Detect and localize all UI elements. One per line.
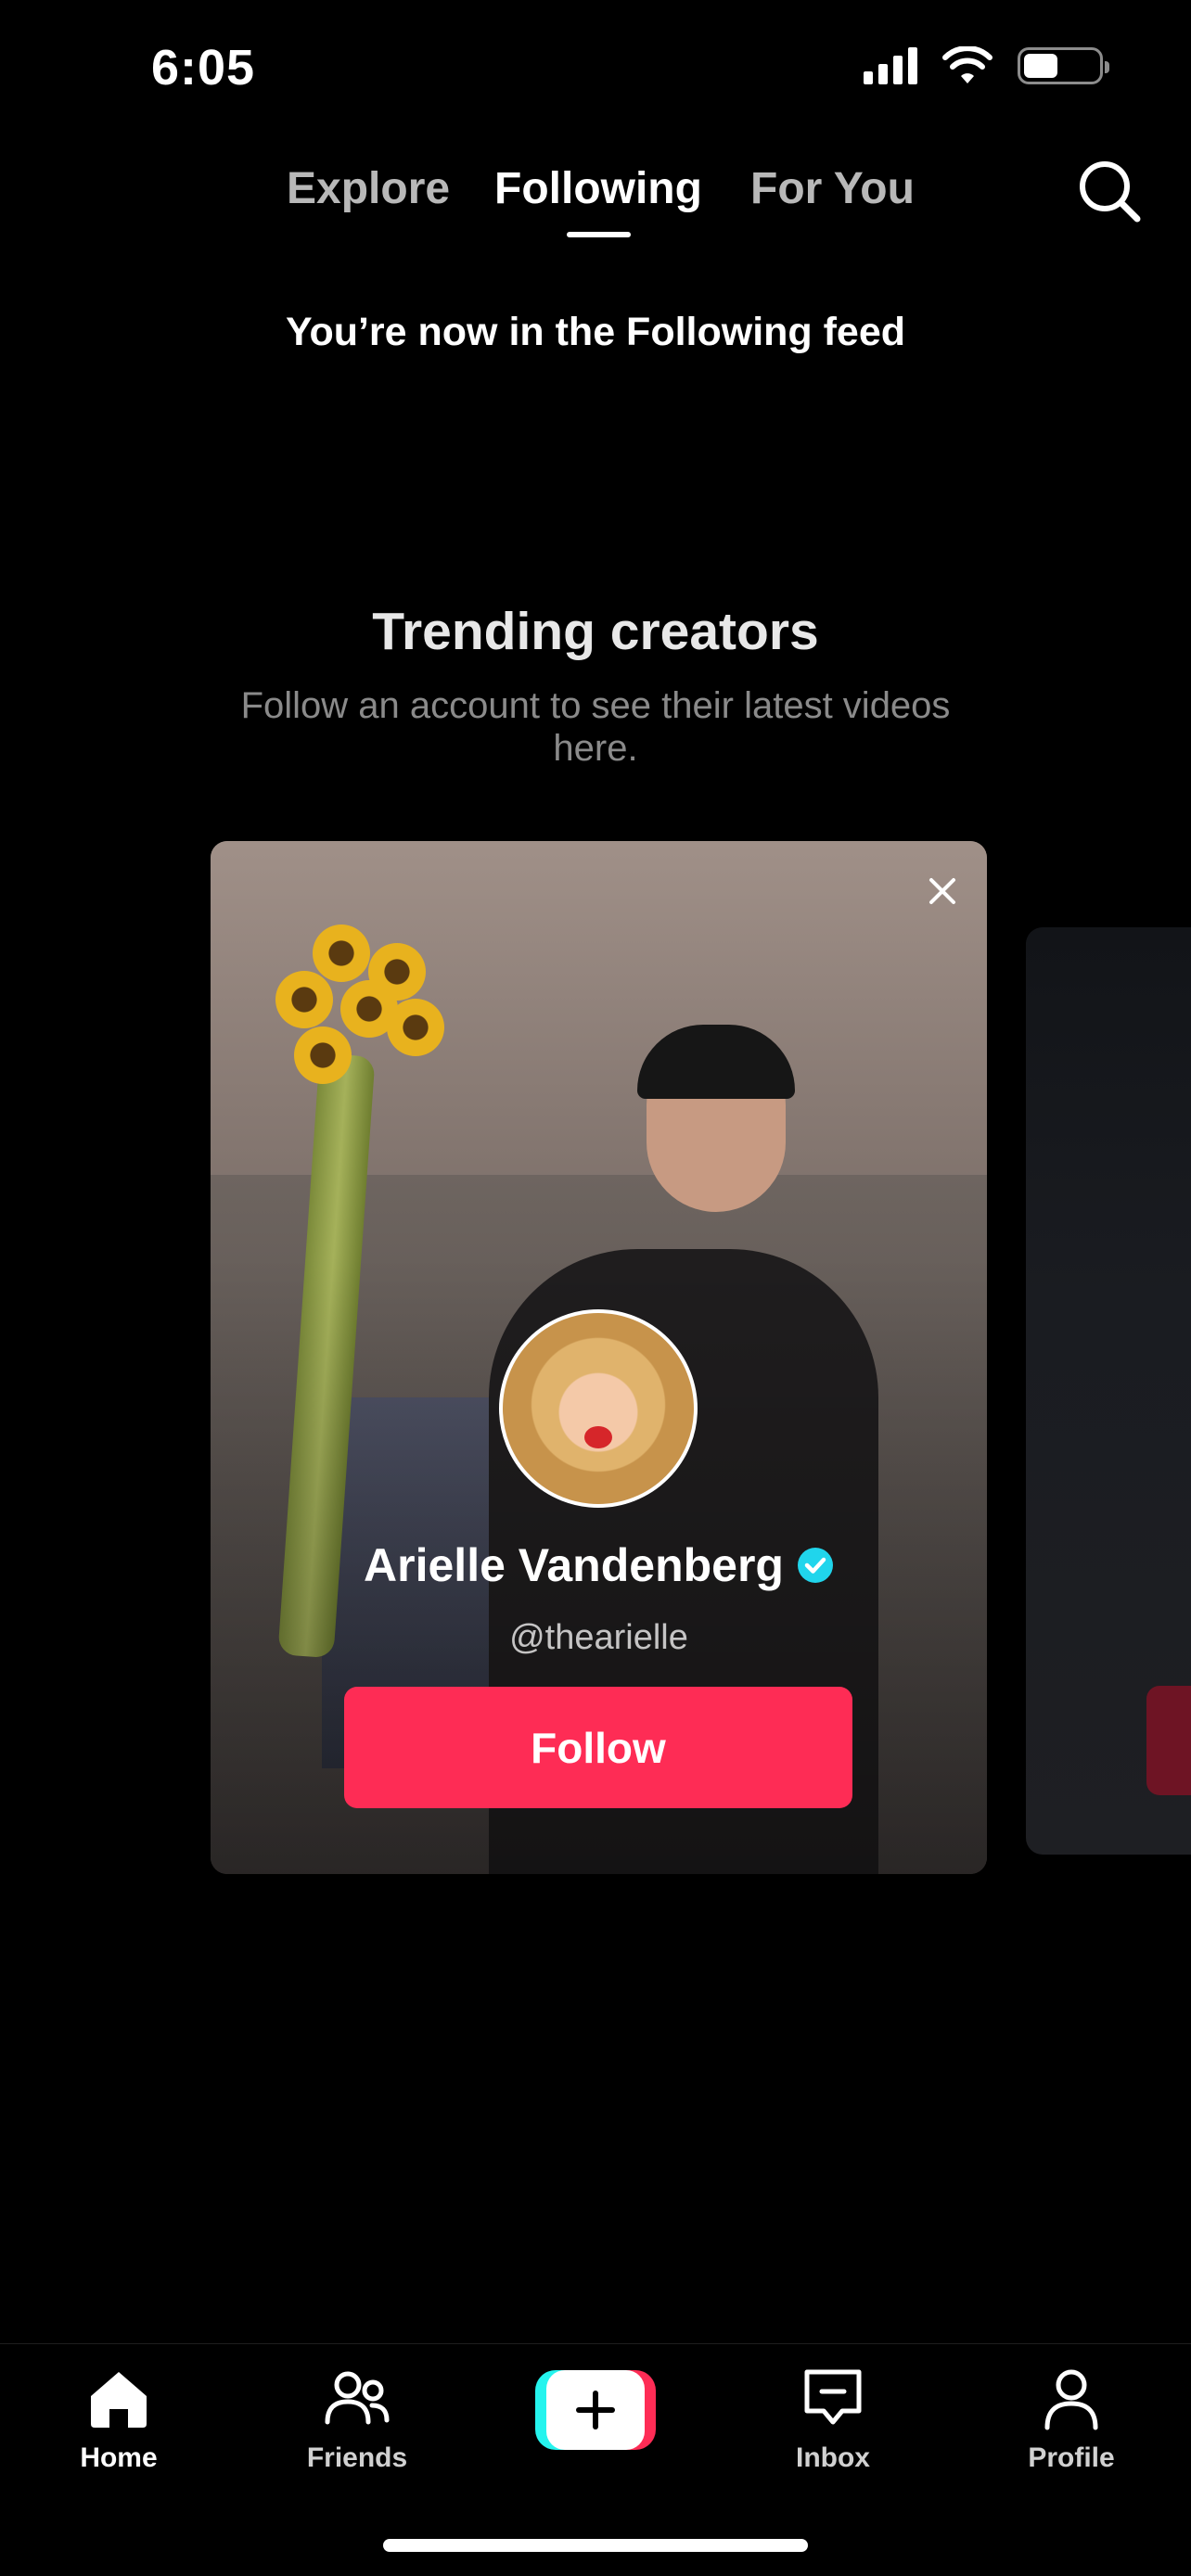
nav-profile[interactable]: Profile — [979, 2363, 1164, 2474]
nav-friends[interactable]: Friends — [264, 2363, 450, 2474]
follow-button[interactable]: Follow — [344, 1687, 852, 1808]
creator-avatar[interactable] — [499, 1309, 698, 1508]
creator-handle[interactable]: @thearielle — [211, 1618, 987, 1658]
profile-icon — [1044, 2369, 1098, 2430]
tab-for-you[interactable]: For You — [750, 163, 915, 214]
creator-name-row: Arielle Vandenberg — [211, 1538, 987, 1592]
next-creator-card[interactable] — [1026, 927, 1191, 1855]
friends-icon — [325, 2371, 390, 2425]
home-indicator[interactable] — [383, 2539, 808, 2552]
tab-explore[interactable]: Explore — [287, 163, 450, 214]
wifi-icon — [942, 46, 992, 83]
trending-title: Trending creators — [372, 602, 819, 661]
next-follow-button[interactable] — [1146, 1686, 1191, 1795]
status-icons — [864, 46, 1109, 85]
nav-inbox-label: Inbox — [796, 2442, 870, 2473]
cellular-signal-icon — [864, 47, 917, 84]
tab-following[interactable]: Following — [494, 163, 702, 214]
home-icon — [91, 2372, 147, 2428]
active-tab-indicator — [567, 232, 631, 237]
status-time: 6:05 — [151, 40, 256, 96]
creator-name[interactable]: Arielle Vandenberg — [364, 1538, 784, 1592]
search-icon[interactable] — [1076, 158, 1143, 224]
verified-badge-icon — [797, 1548, 833, 1583]
battery-icon — [1018, 47, 1109, 84]
close-icon[interactable] — [926, 874, 959, 908]
nav-friends-label: Friends — [306, 2442, 408, 2473]
inbox-icon — [804, 2369, 862, 2425]
nav-home[interactable]: Home — [26, 2363, 211, 2474]
nav-profile-label: Profile — [1028, 2442, 1115, 2473]
nav-home-label: Home — [80, 2442, 158, 2473]
trending-subtitle: Follow an account to see their latest vi… — [240, 685, 951, 769]
create-button[interactable] — [535, 2370, 656, 2450]
nav-inbox[interactable]: Inbox — [740, 2363, 926, 2474]
creator-card[interactable]: Arielle Vandenberg @thearielle Follow — [211, 841, 987, 1874]
feed-tabs: Explore Following For You — [0, 163, 1191, 237]
feed-banner: You’re now in the Following feed — [285, 310, 906, 354]
plus-icon — [576, 2391, 615, 2429]
